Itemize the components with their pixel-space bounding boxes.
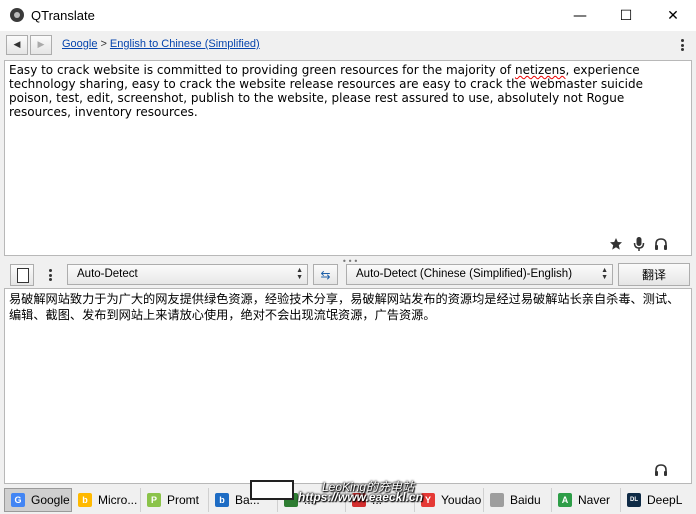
tab-babylon[interactable]: b Ba... (209, 488, 278, 512)
breadcrumb-direction-link[interactable]: English to Chinese (Simplified) (110, 38, 260, 50)
toolbar-menu-icon[interactable] (45, 267, 55, 283)
breadcrumb-separator: > (100, 38, 107, 50)
headphones-icon[interactable] (653, 235, 669, 252)
tab-google[interactable]: G Google (4, 488, 72, 512)
translate-button[interactable]: 翻译 (618, 263, 690, 286)
service-icon (352, 493, 366, 507)
tab-microsoft[interactable]: b Micro... (72, 488, 141, 512)
service-tabs: G Google b Micro... P Promt b Ba... ... … (0, 487, 696, 514)
headphones-icon[interactable] (653, 461, 669, 478)
naver-icon: A (558, 493, 572, 507)
result-text[interactable]: 易破解网站致力于为广大的网友提供绿色资源，经验技术分享，易破解网站发布的资源均是… (5, 289, 691, 325)
maximize-button[interactable]: ☐ (603, 0, 649, 31)
select-arrows-icon: ▲ ▼ (601, 267, 608, 281)
title-bar: QTranslate — ☐ ✕ (0, 0, 696, 31)
source-text-pane[interactable]: Easy to crack website is committed to pr… (4, 60, 692, 256)
swap-languages-button[interactable]: ⇆ (313, 264, 338, 285)
source-language-select[interactable]: Auto-Detect ▲ ▼ (67, 264, 308, 285)
tab-naver[interactable]: A Naver (552, 488, 621, 512)
close-button[interactable]: ✕ (650, 0, 696, 31)
tab-service-5[interactable]: ... (278, 488, 346, 512)
tab-service-6[interactable]: ... (346, 488, 415, 512)
google-icon: G (11, 493, 25, 507)
new-document-icon[interactable] (10, 264, 34, 286)
source-text[interactable]: Easy to crack website is committed to pr… (5, 61, 691, 121)
youdao-icon: Y (421, 493, 435, 507)
bing-icon: b (78, 493, 92, 507)
breadcrumb-service-link[interactable]: Google (62, 38, 97, 50)
more-options-icon[interactable] (677, 37, 687, 53)
star-icon[interactable] (608, 236, 624, 252)
tab-promt[interactable]: P Promt (141, 488, 209, 512)
tab-youdao[interactable]: Y Youdao (415, 488, 484, 512)
misspelled-word: netizens (514, 63, 566, 77)
microphone-icon[interactable] (631, 235, 647, 252)
babylon-icon: b (215, 493, 229, 507)
service-icon (284, 493, 298, 507)
breadcrumb: Google > English to Chinese (Simplified) (62, 38, 260, 50)
result-text-pane[interactable]: 易破解网站致力于为广大的网友提供绿色资源，经验技术分享，易破解网站发布的资源均是… (4, 288, 692, 484)
tab-baidu[interactable]: Baidu (484, 488, 552, 512)
back-button[interactable]: ◀ (6, 35, 28, 55)
forward-button[interactable]: ▶ (30, 35, 52, 55)
target-language-select[interactable]: Auto-Detect (Chinese (Simplified)-Englis… (346, 264, 613, 285)
select-arrows-icon: ▲ ▼ (296, 267, 303, 281)
app-title: QTranslate (31, 8, 95, 23)
baidu-icon (490, 493, 504, 507)
promt-icon: P (147, 493, 161, 507)
app-logo-icon (10, 8, 24, 22)
minimize-button[interactable]: — (557, 0, 603, 31)
deepl-icon: DL (627, 493, 641, 507)
tab-deepl[interactable]: DL DeepL (621, 488, 692, 512)
